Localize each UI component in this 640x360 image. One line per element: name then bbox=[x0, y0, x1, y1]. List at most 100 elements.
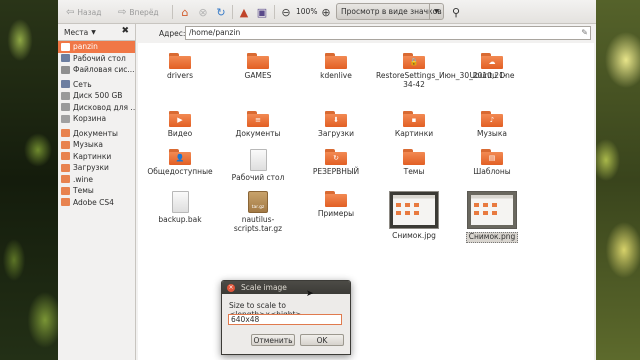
search-icon[interactable]: ⚲ bbox=[448, 4, 464, 20]
sidebar-item-label: Диск 500 GB bbox=[73, 91, 123, 101]
sidebar-item-label: Картинки bbox=[73, 151, 112, 161]
place-icon bbox=[61, 129, 70, 138]
file-item[interactable]: 🔒 RestoreSettings_Июн_30_2010,21-34-42 bbox=[376, 53, 507, 89]
zoom-out-icon[interactable]: ⊖ bbox=[278, 4, 294, 20]
toolbar-separator bbox=[172, 5, 173, 19]
file-name: Ubuntu One bbox=[469, 71, 515, 80]
sidebar-item[interactable]: .wine bbox=[58, 174, 135, 186]
scale-size-input[interactable]: 640x48 bbox=[228, 314, 342, 325]
archive-icon: tar.gz bbox=[248, 191, 268, 213]
folder-emblem-icon: ▤ bbox=[488, 154, 496, 162]
sidebar-item[interactable]: Файловая сис... bbox=[58, 64, 135, 76]
folder-icon: ⬇ bbox=[325, 111, 347, 127]
forward-arrow-icon: ⇨ bbox=[118, 6, 127, 18]
close-icon[interactable]: ✖ bbox=[121, 26, 129, 36]
file-item[interactable]: Снимок.png bbox=[454, 191, 530, 243]
desktop-wallpaper-right bbox=[596, 0, 640, 360]
folder-emblem-icon: ▶ bbox=[177, 116, 183, 124]
folder-emblem-icon: ⬇ bbox=[333, 116, 339, 124]
file-name: Рабочий стол bbox=[231, 173, 285, 182]
file-item[interactable]: Рабочий стол bbox=[220, 149, 296, 183]
file-item[interactable]: ≡ Документы bbox=[220, 111, 296, 139]
document-icon bbox=[249, 149, 267, 171]
sidebar-item-label: panzin bbox=[73, 42, 98, 52]
mouse-pointer-icon: ➤ bbox=[306, 289, 314, 299]
cancel-button[interactable]: Отменить bbox=[251, 334, 295, 346]
place-icon bbox=[61, 80, 70, 89]
file-name: Темы bbox=[403, 167, 425, 176]
close-icon[interactable]: × bbox=[227, 283, 235, 292]
file-item[interactable]: GAMES bbox=[220, 53, 296, 81]
file-item[interactable]: ▪ Картинки bbox=[376, 111, 452, 139]
place-icon bbox=[61, 140, 70, 149]
sidebar-item[interactable]: Диск 500 GB bbox=[58, 90, 135, 102]
sidebar-item[interactable]: Корзина bbox=[58, 113, 135, 125]
file-item[interactable]: ▶ Видео bbox=[142, 111, 218, 139]
sidebar-item[interactable]: Adobe CS4 bbox=[58, 197, 135, 209]
file-icon-view[interactable]: drivers GAMES kdenlive 🔒 RestoreSettings_Июн… bbox=[138, 43, 594, 360]
dialog-titlebar[interactable]: × Scale image bbox=[222, 281, 350, 294]
location-input[interactable]: /home/panzin ✎ bbox=[185, 26, 591, 40]
view-mode-select[interactable]: Просмотр в виде значков ▼ bbox=[336, 3, 444, 20]
file-name: drivers bbox=[167, 71, 193, 80]
document-icon bbox=[171, 191, 189, 213]
folder-icon: ▶ bbox=[169, 111, 191, 127]
sidebar-item[interactable]: Сеть bbox=[58, 79, 135, 91]
reload-icon[interactable]: ↻ bbox=[213, 4, 229, 20]
sidebar-item-label: Рабочий стол bbox=[73, 53, 126, 63]
zoom-level: 100% bbox=[296, 7, 318, 16]
file-name: Примеры bbox=[317, 209, 355, 218]
file-item[interactable]: kdenlive bbox=[298, 53, 374, 81]
back-button[interactable]: ⇦ Назад bbox=[66, 4, 101, 20]
file-item[interactable]: backup.bak bbox=[142, 191, 218, 225]
chevron-down-icon: ▼ bbox=[91, 28, 96, 36]
file-name: backup.bak bbox=[158, 215, 202, 224]
sidebar-item[interactable]: panzin bbox=[58, 41, 135, 53]
place-icon bbox=[61, 91, 70, 100]
sidebar-item[interactable]: Темы bbox=[58, 185, 135, 197]
sidebar-item[interactable]: Рабочий стол bbox=[58, 53, 135, 65]
sidebar-item[interactable]: Картинки bbox=[58, 151, 135, 163]
stop-icon[interactable]: ⊗ bbox=[195, 4, 211, 20]
sidebar-item[interactable]: Музыка bbox=[58, 139, 135, 151]
zoom-in-icon[interactable]: ⊕ bbox=[318, 4, 334, 20]
file-item[interactable]: ▤ Шаблоны bbox=[454, 149, 530, 177]
file-item[interactable]: 👤 Общедоступные bbox=[142, 149, 218, 177]
clear-icon[interactable]: ✎ bbox=[581, 27, 588, 39]
toolbar-separator bbox=[232, 5, 233, 19]
place-icon bbox=[61, 103, 70, 112]
file-name: kdenlive bbox=[320, 71, 352, 80]
file-item[interactable]: Темы bbox=[376, 149, 452, 177]
toolbar: ⇦ Назад ⇨ Вперёд ⌂ ⊗ ↻ ▲ ▣ ⊖ 100% ⊕ Прос… bbox=[58, 0, 596, 24]
file-item[interactable]: ♪ Музыка bbox=[454, 111, 530, 139]
places-sidebar: Места ▼ ✖ panzin Рабочий стол Файловая сис… bbox=[58, 24, 136, 360]
file-name: Документы bbox=[235, 129, 281, 138]
monitor-icon[interactable]: ▣ bbox=[254, 4, 270, 20]
place-icon bbox=[61, 152, 70, 161]
forward-button[interactable]: ⇨ Вперёд bbox=[118, 4, 159, 20]
sidebar-item-label: Файловая сис... bbox=[73, 65, 135, 75]
folder-emblem-icon: ↻ bbox=[333, 154, 339, 162]
file-item[interactable]: ⬇ Загрузки bbox=[298, 111, 374, 139]
folder-emblem-icon: ♪ bbox=[489, 116, 495, 124]
file-item[interactable]: Снимок.jpg bbox=[376, 191, 452, 241]
file-name: Картинки bbox=[394, 129, 434, 138]
file-name: Музыка bbox=[477, 129, 507, 138]
sidebar-item[interactable]: Документы bbox=[58, 128, 135, 140]
file-item[interactable]: tar.gz nautilus-scripts.tar.gz bbox=[220, 191, 296, 233]
sidebar-item-label: Сеть bbox=[73, 79, 92, 89]
file-item[interactable]: ↻ РЕЗЕРВНЫЙ bbox=[298, 149, 374, 177]
sidebar-item[interactable]: Дисковод для ... bbox=[58, 102, 135, 114]
file-item[interactable]: Примеры bbox=[298, 191, 374, 219]
folder-icon: ▤ bbox=[481, 149, 503, 165]
chevron-down-icon: ▼ bbox=[429, 4, 443, 19]
sidebar-item-label: Документы bbox=[73, 128, 118, 138]
file-name: RestoreSettings_Июн_30_2010,21-34-42 bbox=[376, 71, 507, 89]
ok-button[interactable]: OK bbox=[300, 334, 344, 346]
file-item[interactable]: drivers bbox=[142, 53, 218, 81]
image-editor-icon[interactable]: ▲ bbox=[236, 4, 252, 20]
sidebar-header[interactable]: Места ▼ ✖ bbox=[58, 24, 135, 40]
sidebar-item[interactable]: Загрузки bbox=[58, 162, 135, 174]
file-item[interactable]: ☁ Ubuntu One bbox=[454, 53, 530, 81]
home-icon[interactable]: ⌂ bbox=[177, 4, 193, 20]
